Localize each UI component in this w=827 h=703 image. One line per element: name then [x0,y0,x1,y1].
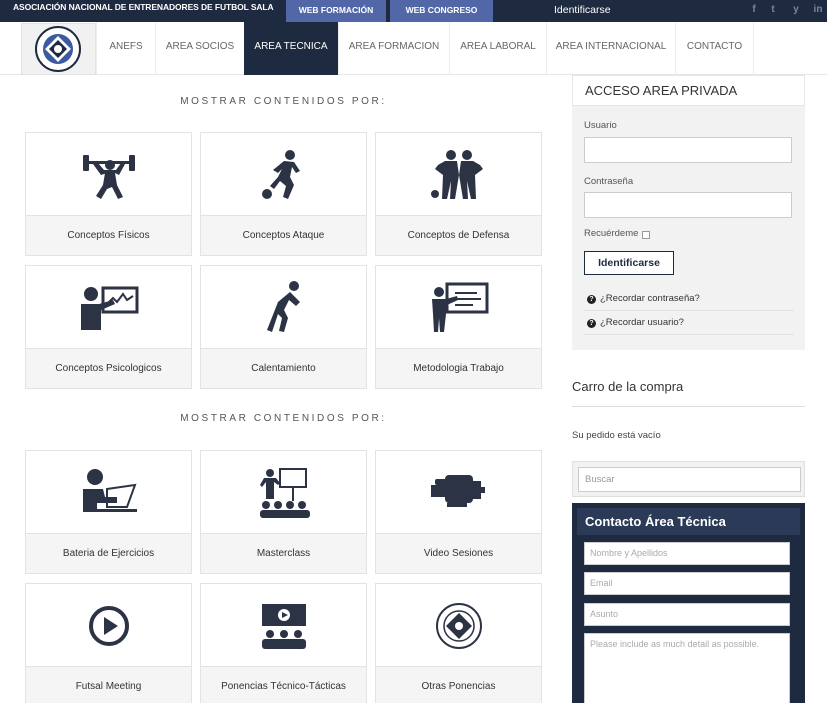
tile-label: Masterclass [201,533,366,573]
tile-conceptos-ataque[interactable]: Conceptos Ataque [200,132,367,256]
youtube-icon[interactable]: y [790,4,802,16]
web-formacion-button[interactable]: WEB FORMACIÓN [286,0,386,22]
stretching-icon [266,280,300,332]
twitter-icon[interactable]: t [767,4,779,16]
web-congreso-button[interactable]: WEB CONGRESO [390,0,493,22]
nav-item-area-formacion[interactable]: AREA FORMACION [338,22,449,75]
tile-conceptos-fisicos[interactable]: Conceptos Físicos [25,132,192,256]
tile-label: Bateria de Ejercicios [26,533,191,573]
login-panel: ACCESO AREA PRIVADA Usuario Contraseña R… [572,75,805,350]
presenter-chart-icon [80,286,138,330]
nav-item-area-internacional[interactable]: AREA INTERNACIONAL [546,22,675,75]
tile-futsal-meeting[interactable]: Futsal Meeting [25,583,192,703]
question-icon: ? [587,319,596,328]
forgot-password-text: ¿Recordar contraseña? [600,293,700,304]
top-bar: ASOCIACIÓN NACIONAL DE ENTRENADORES DE F… [0,0,827,22]
tile-ponencias-tecnico-tacticas[interactable]: Ponencias Técnico-Tácticas [200,583,367,703]
forgot-username-link[interactable]: ? ¿Recordar usuario? [584,311,794,335]
organization-name: ASOCIACIÓN NACIONAL DE ENTRENADORES DE F… [13,2,274,12]
search-panel: Buscar [572,461,805,497]
tile-bateria-ejercicios[interactable]: Bateria de Ejercicios [25,450,192,574]
tile-label: Video Sesiones [376,533,541,573]
login-submit-button[interactable]: Identificarse [584,251,674,275]
nav-item-area-socios[interactable]: AREA SOCIOS [155,22,244,75]
linkedin-icon[interactable]: in [812,4,824,16]
laptop-user-icon [82,468,137,512]
tile-label: Conceptos Ataque [201,215,366,255]
facebook-icon[interactable]: f [748,4,760,16]
screen-audience-icon [261,603,306,649]
main-nav: ANEFS AREA SOCIOS AREA TECNICA AREA FORM… [0,22,827,75]
classroom-icon [259,467,310,518]
section-title: MOSTRAR CONTENIDOS POR: [180,413,387,424]
tile-metodologia-trabajo[interactable]: Metodologia Trabajo [375,265,542,389]
contact-email-input[interactable]: Email [584,572,790,595]
search-input[interactable]: Buscar [578,467,801,492]
logo[interactable] [21,23,96,75]
contact-message-textarea[interactable]: Please include as much detail as possibl… [584,633,790,703]
question-icon: ? [587,295,596,304]
forgot-password-link[interactable]: ? ¿Recordar contraseña? [584,287,794,311]
cart-divider [572,406,805,407]
password-label: Contraseña [584,176,634,187]
logo-seal-icon [35,26,81,72]
tile-label: Futsal Meeting [26,666,191,703]
association-seal-icon [435,602,482,649]
username-label: Usuario [584,120,617,131]
tile-conceptos-psicologicos[interactable]: Conceptos Psicologicos [25,265,192,389]
remember-label: Recuérdeme [584,228,639,239]
login-link[interactable]: Identificarse [554,4,611,16]
contact-panel: Contacto Área Técnica Nombre y Apellidos… [572,503,805,703]
tile-masterclass[interactable]: Masterclass [200,450,367,574]
tile-calentamiento[interactable]: Calentamiento [200,265,367,389]
nav-item-contacto[interactable]: CONTACTO [675,22,754,75]
section-title: MOSTRAR CONTENIDOS POR: [180,96,387,107]
tile-video-sesiones[interactable]: Video Sesiones [375,450,542,574]
nav-item-area-tecnica[interactable]: AREA TECNICA [244,22,338,75]
tile-label: Otras Ponencias [376,666,541,703]
nav-item-anefs[interactable]: ANEFS [96,22,155,75]
defenders-icon [430,149,483,199]
contact-panel-title: Contacto Área Técnica [577,508,800,535]
login-panel-title: ACCESO AREA PRIVADA [572,75,805,106]
teacher-board-icon [431,282,488,332]
tile-label: Ponencias Técnico-Tácticas [201,666,366,703]
weightlifter-icon [82,154,135,199]
tile-label: Metodologia Trabajo [376,348,541,388]
password-input[interactable] [584,192,792,218]
remember-checkbox[interactable] [642,231,650,239]
username-input[interactable] [584,137,792,163]
play-circle-icon [88,605,129,646]
nav-item-area-laboral[interactable]: AREA LABORAL [449,22,546,75]
video-camera-icon [430,474,485,507]
tile-otras-ponencias[interactable]: Otras Ponencias [375,583,542,703]
cart-title: Carro de la compra [572,379,684,394]
player-kicking-icon [261,149,300,199]
tile-label: Conceptos Físicos [26,215,191,255]
tile-conceptos-defensa[interactable]: Conceptos de Defensa [375,132,542,256]
tile-label: Conceptos de Defensa [376,215,541,255]
tile-label: Calentamiento [201,348,366,388]
forgot-username-text: ¿Recordar usuario? [600,317,684,328]
tile-label: Conceptos Psicologicos [26,348,191,388]
contact-subject-input[interactable]: Asunto [584,603,790,626]
contact-name-input[interactable]: Nombre y Apellidos [584,542,790,565]
cart-empty-text: Su pedido está vacío [572,430,661,441]
